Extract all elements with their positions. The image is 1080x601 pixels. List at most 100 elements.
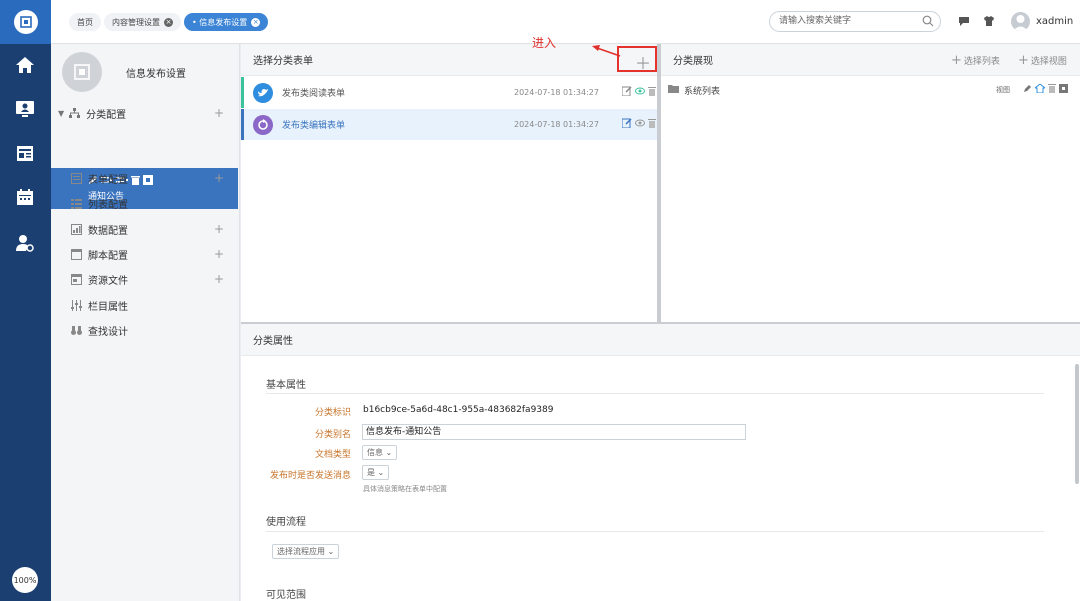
eye-icon[interactable] — [635, 87, 645, 98]
binoculars-icon — [70, 324, 82, 336]
caret-down-icon[interactable]: ▼ — [58, 109, 64, 118]
add-icon[interactable]: + — [214, 222, 224, 236]
form-row-actions — [621, 118, 656, 131]
tab-publish-settings[interactable]: • 信息发布设置 × — [184, 13, 269, 31]
view-panel: 分类展现 + 选择列表 + 选择视图 系统列表 视图 — [661, 44, 1080, 322]
app-logo[interactable] — [0, 0, 51, 44]
resource-icon — [70, 273, 82, 285]
news-icon[interactable] — [13, 141, 37, 165]
tab-content-settings[interactable]: 内容管理设置 × — [104, 13, 181, 31]
field-label: 文档类型 — [314, 450, 351, 460]
sidebar-item-label: 列表配置 — [88, 199, 128, 211]
script-icon — [70, 248, 82, 260]
alias-field[interactable]: 信息发布-通知公告 — [362, 424, 746, 440]
tab-label: 内容管理设置 — [112, 17, 160, 27]
sidebar-item-search-design[interactable]: 查找设计 — [51, 319, 240, 341]
doctype-value: 信息 — [367, 448, 383, 457]
sidebar-item-label: 分类配置 — [86, 109, 127, 121]
form-row-read[interactable]: 发布类阅读表单 2024-07-18 01:34:27 — [241, 77, 657, 108]
add-icon[interactable]: + — [214, 171, 224, 185]
sidebar-item-label: 资源文件 — [88, 275, 128, 287]
add-icon[interactable]: + — [214, 106, 224, 120]
shirt-icon[interactable] — [983, 15, 995, 30]
select-view-button[interactable]: + 选择视图 — [1018, 53, 1067, 68]
chevron-down-icon: ⌄ — [377, 468, 385, 477]
form-name: 发布类编辑表单 — [282, 121, 346, 131]
zoom-indicator[interactable]: 100% — [12, 567, 38, 593]
notify-select[interactable]: 是 ⌄ — [362, 465, 390, 480]
sidebar-item-label: 栏目属性 — [88, 301, 128, 313]
search-icon[interactable] — [922, 15, 934, 35]
user-settings-icon[interactable] — [13, 231, 37, 255]
form-panel: 选择分类表单 ＋ 发布类阅读表单 2024-07-18 01:34:27 发布类… — [241, 44, 657, 322]
sliders-icon — [70, 299, 82, 311]
plus-icon: + — [1018, 53, 1029, 68]
add-icon[interactable]: + — [214, 247, 224, 261]
sidebar-item-resources[interactable]: 资源文件 + — [51, 268, 240, 290]
chart-icon — [70, 223, 82, 235]
select-list-button[interactable]: + 选择列表 — [951, 53, 1000, 68]
close-icon[interactable]: × — [251, 17, 261, 27]
doctype-select[interactable]: 信息 ⌄ — [362, 445, 398, 460]
notify-value: 是 — [367, 468, 375, 477]
chevron-down-icon: ⌄ — [327, 547, 335, 556]
annotation-box — [617, 46, 657, 72]
sidebar-item-data[interactable]: 数据配置 + — [51, 218, 240, 240]
form-panel-title: 选择分类表单 — [253, 56, 313, 67]
view-row-system-list[interactable]: 系统列表 视图 — [661, 77, 1080, 103]
view-name: 系统列表 — [684, 86, 721, 97]
close-icon[interactable]: × — [164, 17, 173, 27]
tab-label: 首页 — [77, 17, 93, 27]
message-icon[interactable] — [958, 15, 970, 30]
scrollbar[interactable] — [1075, 364, 1079, 484]
attributes-header: 分类属性 — [241, 324, 1080, 356]
select-view-label: 选择视图 — [1030, 57, 1067, 67]
username[interactable]: xadmin — [1036, 16, 1073, 27]
avatar[interactable] — [1011, 12, 1030, 31]
flow-select[interactable]: 选择流程应用 ⌄ — [272, 544, 340, 559]
tab-label: • 信息发布设置 — [192, 17, 248, 27]
sidebar-item-category[interactable]: ▼ 分类配置 + — [51, 102, 240, 124]
edit-icon[interactable] — [1023, 84, 1032, 96]
copy-icon[interactable] — [1059, 84, 1068, 96]
tab-home[interactable]: 首页 — [69, 13, 101, 31]
home-icon[interactable] — [1033, 83, 1047, 96]
delete-icon[interactable] — [1048, 84, 1056, 96]
sidebar-item-label: 查找设计 — [88, 326, 128, 338]
search-input[interactable]: 请输入搜索关键字 — [769, 11, 941, 32]
sidebar: 信息发布设置 ▼ 分类配置 + 通知公告 表单配置 + 列表配置 数据配置 + … — [51, 44, 240, 601]
view-tag: 视图 — [996, 86, 1010, 94]
delete-icon[interactable] — [648, 86, 656, 99]
calendar-icon[interactable] — [13, 185, 37, 209]
form-row-edit[interactable]: 发布类编辑表单 2024-07-18 01:34:27 — [241, 109, 657, 140]
module-icon — [62, 52, 102, 92]
basic-section-title: 基本属性 — [266, 380, 306, 391]
home-icon[interactable] — [13, 53, 37, 77]
delete-icon[interactable] — [648, 118, 656, 131]
view-panel-title: 分类展现 — [673, 56, 713, 67]
edit-icon[interactable] — [621, 118, 632, 131]
sidebar-item-column-props[interactable]: 栏目属性 — [51, 294, 240, 316]
annotation-arrow — [592, 45, 621, 57]
monitor-user-icon[interactable] — [13, 97, 37, 121]
attributes-panel: 基本属性 分类标识 b16cb9ce-5a6d-48c1-955a-483682… — [241, 356, 1080, 601]
form-icon — [70, 172, 82, 184]
form-row-actions — [621, 86, 656, 99]
form-name: 发布类阅读表单 — [282, 89, 346, 99]
folder-icon — [668, 84, 679, 96]
search-placeholder: 请输入搜索关键字 — [779, 16, 852, 26]
field-label: 分类标识 — [314, 408, 351, 418]
edit-icon[interactable] — [621, 86, 632, 99]
category-id-value: b16cb9ce-5a6d-48c1-955a-483682fa9389 — [363, 405, 554, 415]
eye-icon[interactable] — [635, 119, 645, 130]
divider — [266, 531, 1044, 532]
field-label: 分类别名 — [314, 430, 351, 440]
add-icon[interactable]: + — [214, 272, 224, 286]
sidebar-title: 信息发布设置 — [126, 68, 186, 80]
cycle-icon — [253, 114, 273, 135]
sidebar-item-list[interactable]: 列表配置 — [51, 192, 240, 214]
divider — [266, 393, 1044, 394]
sidebar-item-form[interactable]: 表单配置 + — [51, 167, 240, 189]
sidebar-item-label: 脚本配置 — [88, 250, 128, 262]
sidebar-item-script[interactable]: 脚本配置 + — [51, 243, 240, 265]
